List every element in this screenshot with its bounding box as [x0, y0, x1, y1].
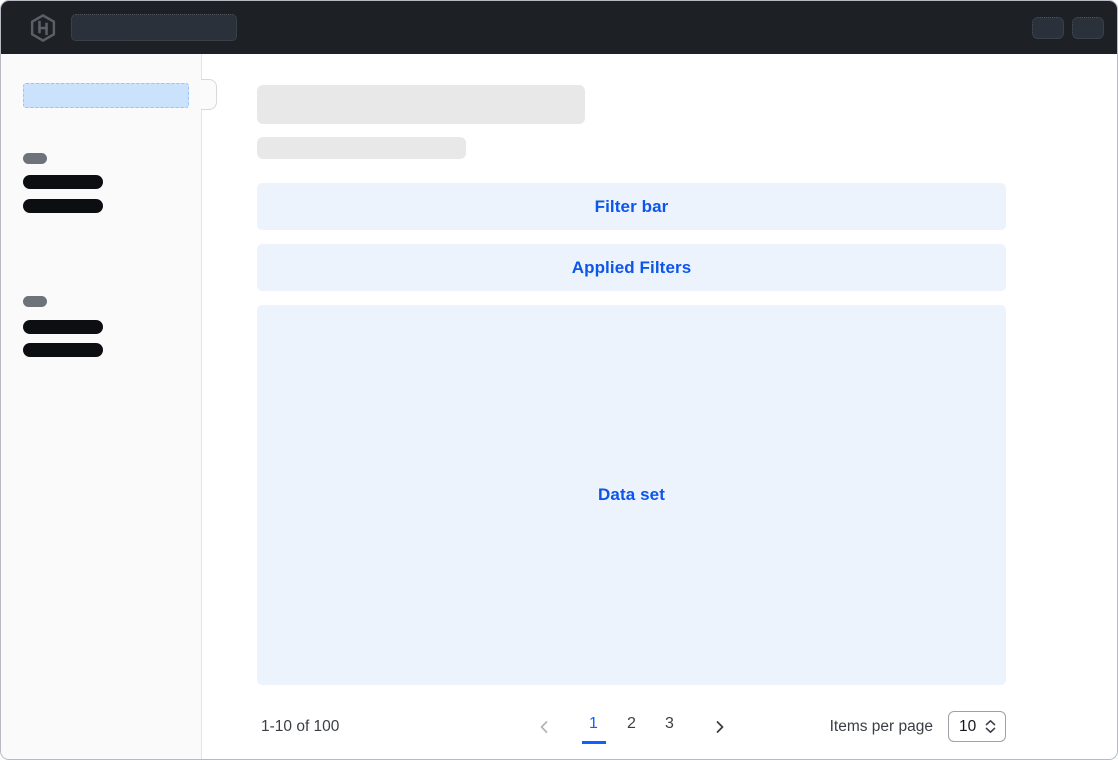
hashicorp-logo-icon [28, 13, 58, 43]
nav-action-placeholder-2[interactable] [1072, 17, 1104, 39]
filter-bar-region: Filter bar [257, 183, 1006, 230]
sidebar-link-placeholder [23, 320, 103, 334]
pagination-bar: 1-10 of 100 1 2 3 [257, 706, 1006, 747]
main-content: Filter bar Applied Filters Data set 1-10… [202, 54, 1117, 760]
page-subtitle-placeholder [257, 137, 466, 159]
sidebar-section-label-placeholder [23, 153, 47, 164]
nav-action-placeholder-1[interactable] [1032, 17, 1064, 39]
sidebar-section-label-placeholder [23, 296, 47, 307]
applied-filters-region: Applied Filters [257, 244, 1006, 291]
pagination-nav: 1 2 3 [529, 710, 735, 744]
data-set-region: Data set [257, 305, 1006, 685]
sidebar-active-item-placeholder [23, 83, 189, 108]
page-button-2[interactable]: 2 [620, 710, 644, 744]
applied-filters-label: Applied Filters [572, 258, 692, 278]
sidebar-link-placeholder [23, 175, 103, 189]
sidebar-toggle-handle[interactable] [201, 79, 217, 110]
chevron-left-icon[interactable] [529, 712, 559, 742]
nav-search-placeholder[interactable] [71, 14, 237, 41]
sidebar [1, 54, 202, 760]
chevron-right-icon[interactable] [705, 712, 735, 742]
items-per-page-value: 10 [959, 718, 976, 736]
sidebar-link-placeholder [23, 199, 103, 213]
page-button-3[interactable]: 3 [658, 710, 682, 744]
data-set-label: Data set [598, 485, 665, 505]
page-title-placeholder [257, 85, 585, 124]
pagination-range-text: 1-10 of 100 [257, 718, 339, 736]
filter-bar-label: Filter bar [595, 197, 669, 217]
items-per-page-select[interactable]: 10 [948, 711, 1006, 742]
page-button-1[interactable]: 1 [582, 710, 606, 744]
items-per-page-label: Items per page [830, 718, 933, 736]
app-body: Filter bar Applied Filters Data set 1-10… [1, 54, 1117, 760]
items-per-page-group: Items per page 10 [830, 711, 1006, 742]
app-window: Filter bar Applied Filters Data set 1-10… [0, 0, 1118, 760]
caret-updown-icon [984, 719, 997, 734]
top-navbar [1, 1, 1117, 54]
sidebar-link-placeholder [23, 343, 103, 357]
